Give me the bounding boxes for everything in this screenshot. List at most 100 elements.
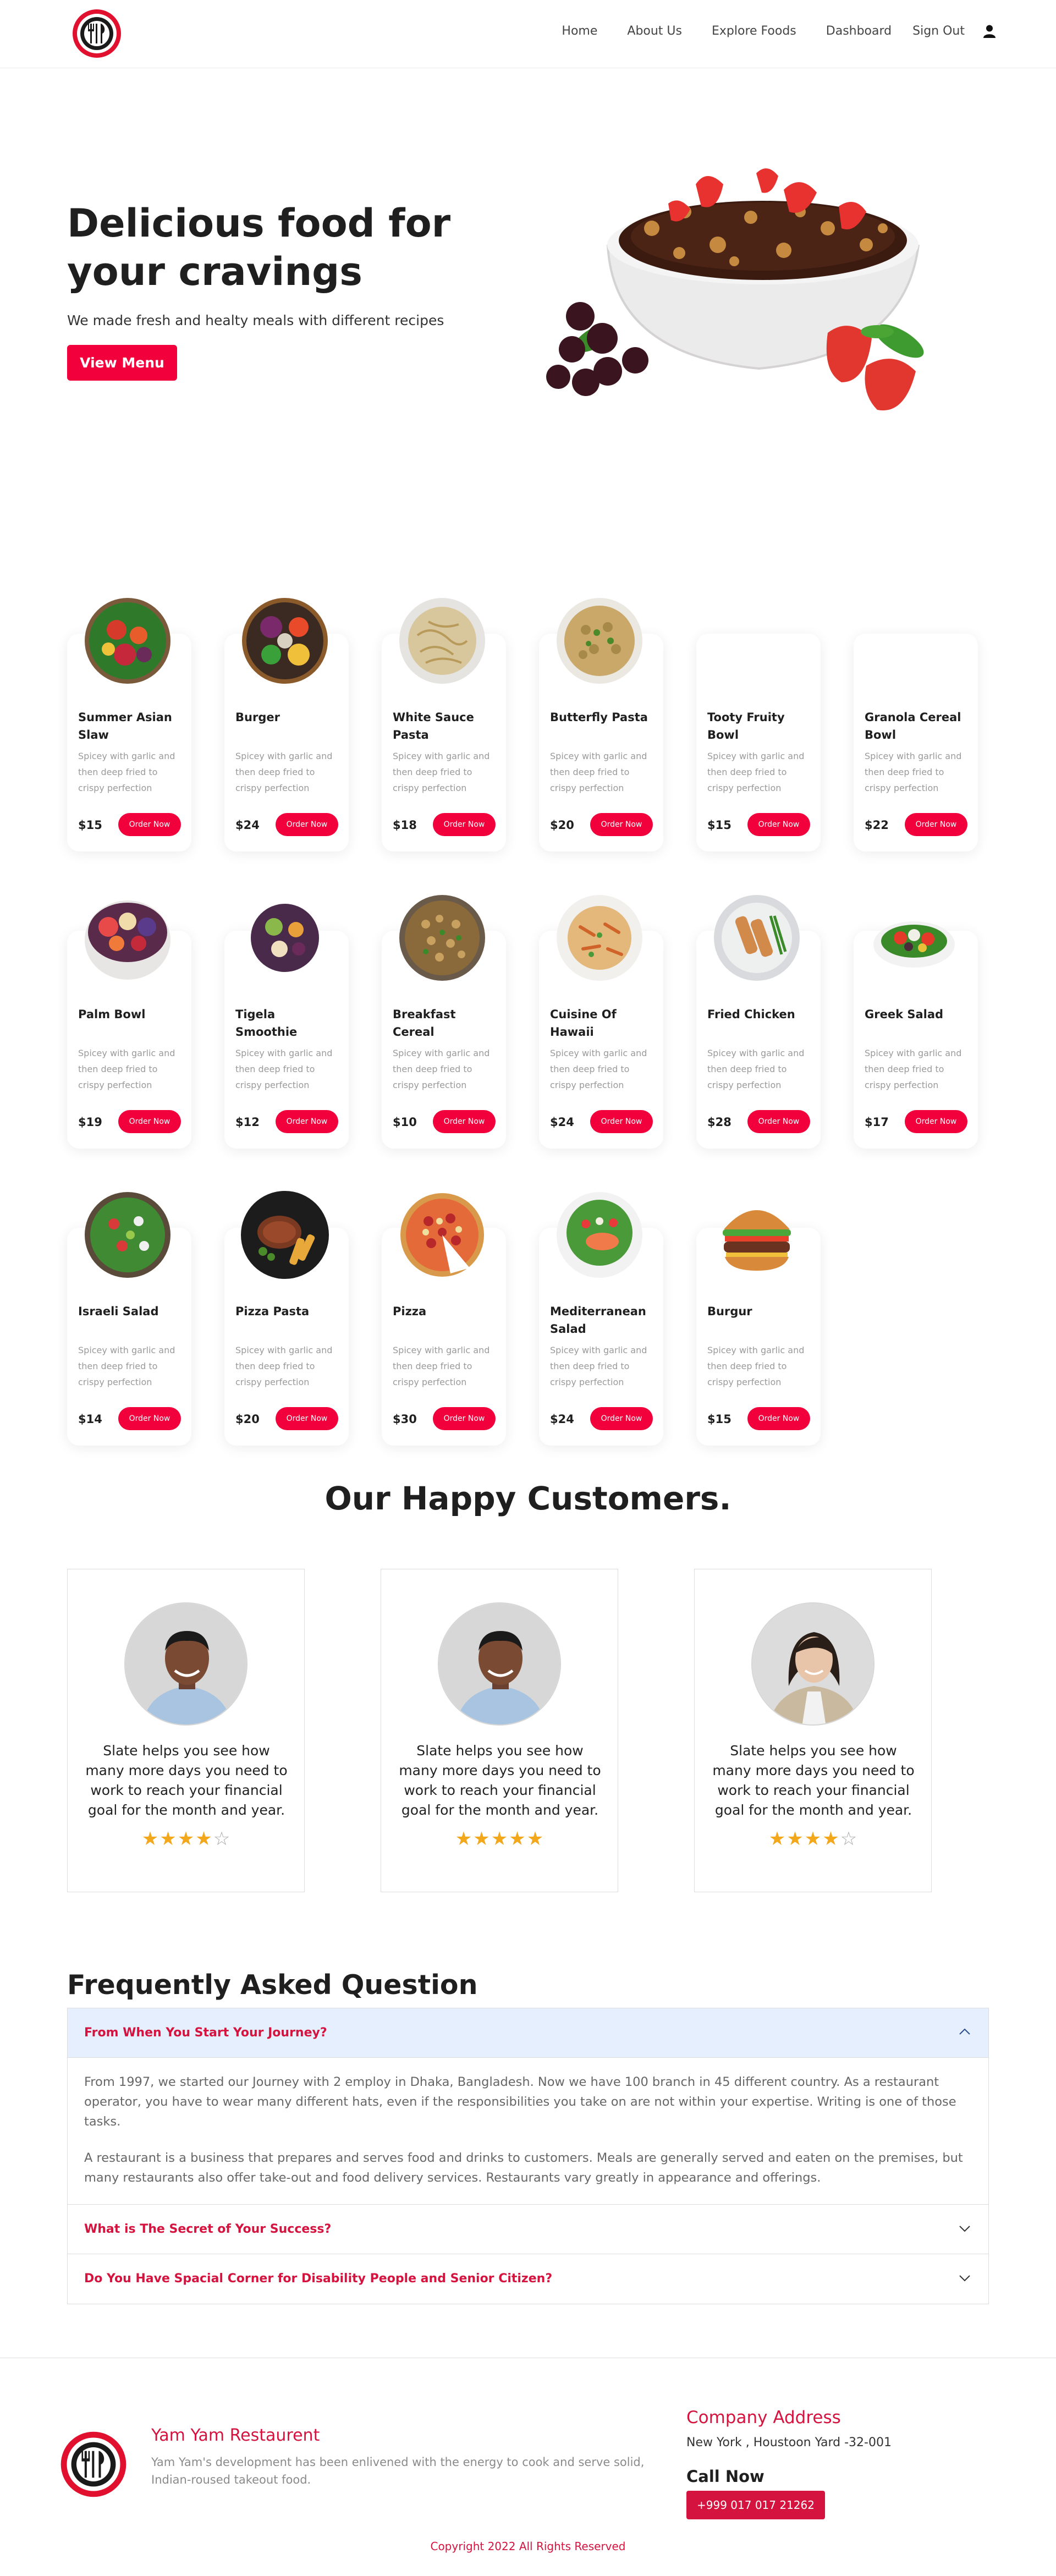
food-price: $12 xyxy=(235,1116,260,1129)
order-now-button[interactable]: Order Now xyxy=(433,813,496,836)
main-nav: Home About Us Explore Foods Dashboard Si… xyxy=(532,24,996,38)
star-filled-icon: ★ xyxy=(455,1828,474,1850)
nav-about-link[interactable]: About Us xyxy=(627,24,682,38)
order-now-button[interactable]: Order Now xyxy=(905,1110,967,1133)
order-now-button[interactable]: Order Now xyxy=(747,1407,810,1430)
order-now-button[interactable]: Order Now xyxy=(276,1407,338,1430)
food-price: $10 xyxy=(393,1116,417,1129)
rating-stars: ★★★★☆ xyxy=(695,1828,932,1850)
food-price: $20 xyxy=(235,1413,260,1426)
footer-call-title: Call Now xyxy=(686,2467,765,2486)
faq-question-2[interactable]: What is The Secret of Your Success? xyxy=(68,2205,988,2254)
food-price: $18 xyxy=(393,819,417,832)
order-now-button[interactable]: Order Now xyxy=(590,1110,653,1133)
food-price: $22 xyxy=(865,819,889,832)
food-card: Burger Spicey with garlic and then deep … xyxy=(224,589,349,852)
hero-title: Delicious food for your cravings xyxy=(67,201,451,294)
faq-question-text: Do You Have Spacial Corner for Disabilit… xyxy=(84,2272,553,2286)
view-menu-button[interactable]: View Menu xyxy=(67,345,177,381)
header: Home About Us Explore Foods Dashboard Si… xyxy=(0,0,1056,68)
food-card: Fried Chicken Spicey with garlic and the… xyxy=(696,886,821,1149)
testimonial-quote: Slate helps you see how many more days y… xyxy=(712,1743,915,1818)
star-filled-icon: ★ xyxy=(195,1828,213,1850)
food-name: Butterfly Pasta xyxy=(550,711,648,724)
food-description: Spicey with garlic and then deep fried t… xyxy=(393,751,490,793)
order-now-button[interactable]: Order Now xyxy=(433,1407,496,1430)
food-card: Burgur Spicey with garlic and then deep … xyxy=(696,1183,821,1446)
food-name: Israeli Salad xyxy=(78,1305,159,1318)
food-image xyxy=(723,1210,791,1271)
order-now-button[interactable]: Order Now xyxy=(276,1110,338,1133)
order-now-button[interactable]: Order Now xyxy=(747,1110,810,1133)
faq-accordion: From When You Start Your Journey? From 1… xyxy=(67,2008,989,2304)
food-price: $30 xyxy=(393,1413,417,1426)
food-image xyxy=(241,1191,329,1279)
order-now-button[interactable]: Order Now xyxy=(590,813,653,836)
nav-dashboard-link[interactable]: Dashboard xyxy=(826,24,892,38)
testimonial-quote: Slate helps you see how many more days y… xyxy=(85,1743,288,1818)
nav-home-link[interactable]: Home xyxy=(562,24,597,38)
avatar xyxy=(438,1602,561,1726)
food-name: Breakfast Cereal xyxy=(393,1008,456,1039)
food-card: White Sauce Pasta Spicey with garlic and… xyxy=(382,589,506,852)
food-name: Burgur xyxy=(707,1305,752,1318)
star-filled-icon: ★ xyxy=(141,1828,160,1850)
faq-answer-paragraph: A restaurant is a business that prepares… xyxy=(84,2151,963,2185)
food-name: Fried Chicken xyxy=(707,1008,795,1021)
avatar xyxy=(124,1602,248,1726)
nav-explore-foods-link[interactable]: Explore Foods xyxy=(712,24,796,38)
order-now-button[interactable]: Order Now xyxy=(747,813,810,836)
food-description: Spicey with garlic and then deep fried t… xyxy=(235,1048,333,1090)
food-card: Cuisine Of Hawaii Spicey with garlic and… xyxy=(539,886,663,1149)
user-icon[interactable] xyxy=(983,25,996,38)
star-filled-icon: ★ xyxy=(473,1828,491,1850)
order-now-button[interactable]: Order Now xyxy=(433,1110,496,1133)
order-now-button[interactable]: Order Now xyxy=(590,1407,653,1430)
rating-stars: ★★★★★ xyxy=(381,1828,619,1850)
order-now-button[interactable]: Order Now xyxy=(905,813,967,836)
faq-question-3[interactable]: Do You Have Spacial Corner for Disabilit… xyxy=(68,2254,988,2304)
food-description: Spicey with garlic and then deep fried t… xyxy=(550,751,647,793)
order-now-button[interactable]: Order Now xyxy=(118,1407,181,1430)
order-now-button[interactable]: Order Now xyxy=(276,813,338,836)
food-name: Cuisine Of Hawaii xyxy=(550,1008,617,1039)
food-description: Spicey with garlic and then deep fried t… xyxy=(865,751,962,793)
food-description: Spicey with garlic and then deep fried t… xyxy=(707,751,805,793)
footer-address-title: Company Address xyxy=(686,2408,841,2427)
restaurant-logo[interactable] xyxy=(72,8,122,59)
star-filled-icon: ★ xyxy=(491,1828,509,1850)
faq-title: Frequently Asked Question xyxy=(67,1969,478,2001)
chevron-up-icon xyxy=(959,2028,970,2035)
phone-number-button[interactable]: +999 017 017 21262 xyxy=(686,2491,825,2519)
food-name: Pizza Pasta xyxy=(235,1305,310,1318)
food-image xyxy=(557,895,642,981)
hero-food-image xyxy=(546,168,924,411)
chevron-down-icon xyxy=(959,2275,970,2282)
order-now-button[interactable]: Order Now xyxy=(118,813,181,836)
food-image xyxy=(714,895,800,981)
food-image xyxy=(85,900,170,980)
star-filled-icon: ★ xyxy=(509,1828,527,1850)
food-image xyxy=(399,895,485,981)
footer-logo[interactable] xyxy=(59,2430,128,2498)
faq-question-1[interactable]: From When You Start Your Journey? xyxy=(68,2008,988,2058)
food-card: Pizza Spicey with garlic and then deep f… xyxy=(382,1183,506,1446)
food-card: Tooty Fruity Bowl Spicey with garlic and… xyxy=(696,589,821,852)
food-card: Breakfast Cereal Spicey with garlic and … xyxy=(382,886,506,1149)
food-name: Tigela Smoothie xyxy=(235,1008,298,1039)
food-name: Tooty Fruity Bowl xyxy=(707,711,785,742)
food-description: Spicey with garlic and then deep fried t… xyxy=(707,1345,805,1387)
food-image xyxy=(85,1192,170,1278)
star-filled-icon: ★ xyxy=(526,1828,545,1850)
food-description: Spicey with garlic and then deep fried t… xyxy=(78,1345,175,1387)
nav-sign-out-link[interactable]: Sign Out xyxy=(912,24,965,38)
food-image xyxy=(85,598,170,684)
food-image xyxy=(873,921,955,968)
faq-answer-1: From 1997, we started our Journey with 2… xyxy=(68,2058,988,2205)
star-filled-icon: ★ xyxy=(768,1828,787,1850)
order-now-button[interactable]: Order Now xyxy=(118,1110,181,1133)
food-name: Summer Asian Slaw xyxy=(78,711,172,742)
food-card: Pizza Pasta Spicey with garlic and then … xyxy=(224,1183,349,1446)
cutlery-logo-icon xyxy=(61,2431,127,2497)
testimonial-quote: Slate helps you see how many more days y… xyxy=(399,1743,601,1818)
